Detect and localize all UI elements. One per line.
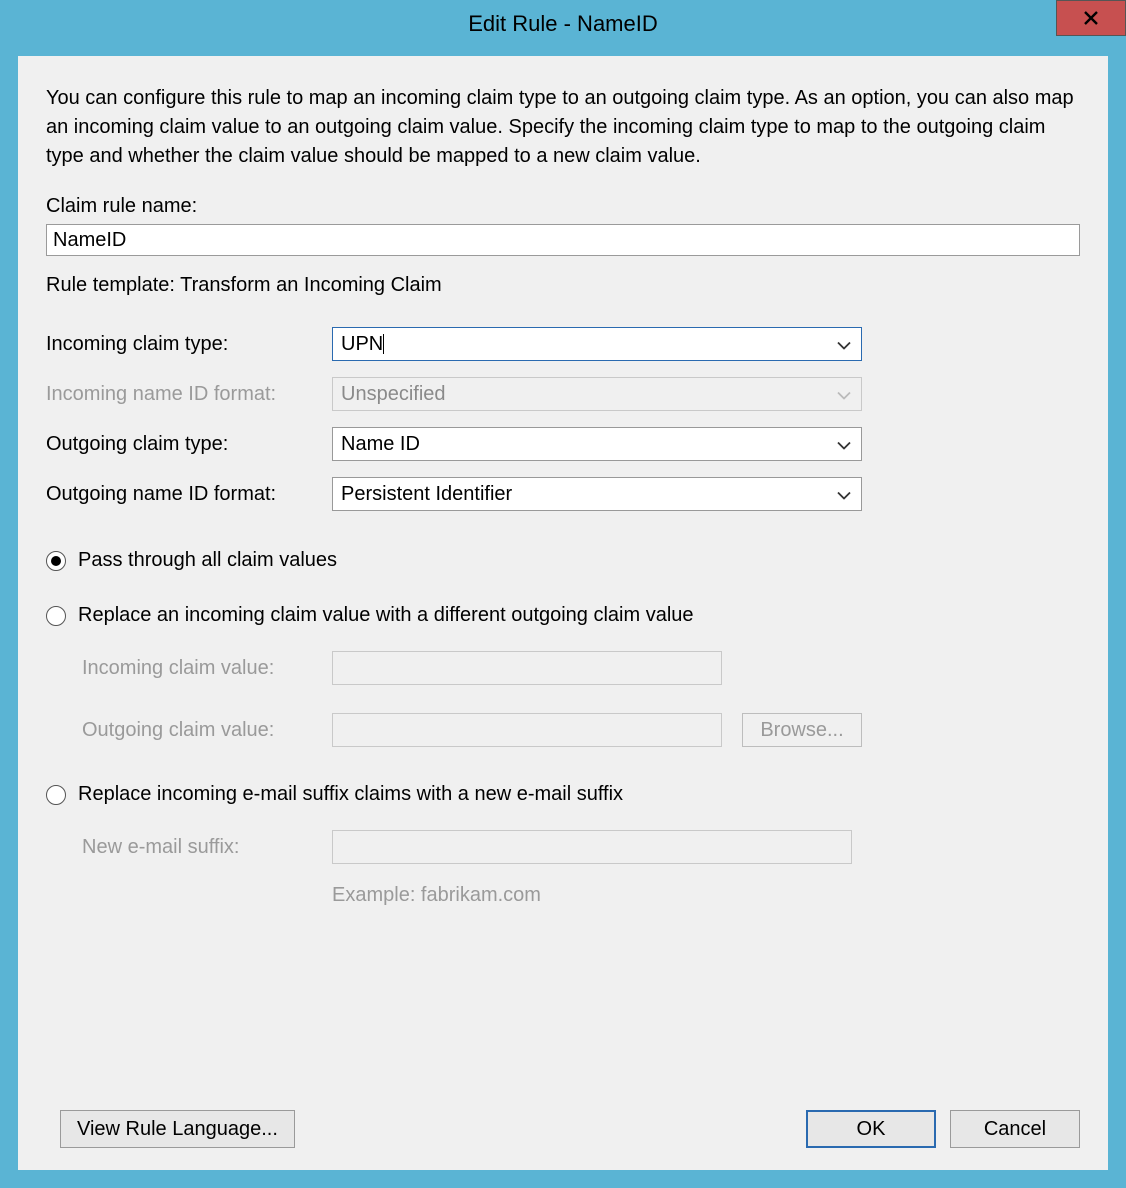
incoming-nameid-value: Unspecified (341, 383, 446, 406)
view-rule-language-button[interactable]: View Rule Language... (60, 1110, 295, 1148)
outgoing-nameid-row: Outgoing name ID format: Persistent Iden… (46, 477, 1080, 511)
incoming-nameid-label: Incoming name ID format: (46, 383, 332, 406)
browse-button: Browse... (742, 713, 862, 747)
example-text: Example: fabrikam.com (332, 884, 1080, 907)
radio-passthrough[interactable] (46, 551, 66, 571)
window-title: Edit Rule - NameID (468, 11, 658, 37)
new-suffix-row: New e-mail suffix: (82, 830, 1080, 864)
outgoing-nameid-label: Outgoing name ID format: (46, 483, 332, 506)
titlebar: Edit Rule - NameID (0, 0, 1126, 48)
incoming-type-row: Incoming claim type: UPN (46, 327, 1080, 361)
new-suffix-label: New e-mail suffix: (82, 836, 332, 859)
close-icon (1084, 11, 1098, 25)
close-button[interactable] (1056, 0, 1126, 36)
outgoing-value-row: Outgoing claim value: Browse... (82, 713, 1080, 747)
radio-replace-suffix-row[interactable]: Replace incoming e-mail suffix claims wi… (46, 783, 1080, 806)
outgoing-value-input (332, 713, 722, 747)
dialog-content: You can configure this rule to map an in… (18, 56, 1108, 1170)
radio-passthrough-label: Pass through all claim values (78, 549, 337, 572)
rule-template-prefix: Rule template: (46, 274, 180, 296)
dialog-window: Edit Rule - NameID You can configure thi… (0, 0, 1126, 1188)
claim-rule-name-label: Claim rule name: (46, 195, 1080, 218)
ok-button[interactable]: OK (806, 1110, 936, 1148)
text-cursor (383, 334, 384, 354)
radio-replace-value[interactable] (46, 606, 66, 626)
incoming-value-input (332, 651, 722, 685)
incoming-type-value: UPN (341, 333, 383, 356)
outgoing-type-combo[interactable]: Name ID (332, 427, 862, 461)
outgoing-type-label: Outgoing claim type: (46, 433, 332, 456)
radio-passthrough-row[interactable]: Pass through all claim values (46, 549, 1080, 572)
chevron-down-icon (837, 333, 851, 356)
rule-template-line: Rule template: Transform an Incoming Cla… (46, 274, 1080, 297)
incoming-type-combo[interactable]: UPN (332, 327, 862, 361)
radio-replace-value-row[interactable]: Replace an incoming claim value with a d… (46, 604, 1080, 627)
incoming-value-label: Incoming claim value: (82, 657, 332, 680)
radio-replace-suffix[interactable] (46, 785, 66, 805)
chevron-down-icon (837, 383, 851, 406)
new-suffix-input (332, 830, 852, 864)
incoming-nameid-row: Incoming name ID format: Unspecified (46, 377, 1080, 411)
outgoing-type-row: Outgoing claim type: Name ID (46, 427, 1080, 461)
outgoing-type-value: Name ID (341, 433, 420, 456)
dialog-footer: View Rule Language... OK Cancel (46, 1100, 1080, 1148)
outgoing-nameid-value: Persistent Identifier (341, 483, 512, 506)
claim-rule-name-input[interactable] (46, 224, 1080, 256)
radio-replace-suffix-label: Replace incoming e-mail suffix claims wi… (78, 783, 623, 806)
outgoing-value-label: Outgoing claim value: (82, 719, 332, 742)
outgoing-nameid-combo[interactable]: Persistent Identifier (332, 477, 862, 511)
incoming-value-row: Incoming claim value: (82, 651, 1080, 685)
chevron-down-icon (837, 433, 851, 456)
incoming-type-label: Incoming claim type: (46, 333, 332, 356)
incoming-nameid-combo: Unspecified (332, 377, 862, 411)
rule-template-name: Transform an Incoming Claim (180, 274, 442, 296)
cancel-button[interactable]: Cancel (950, 1110, 1080, 1148)
radio-replace-value-label: Replace an incoming claim value with a d… (78, 604, 694, 627)
description-text: You can configure this rule to map an in… (46, 84, 1080, 171)
chevron-down-icon (837, 483, 851, 506)
